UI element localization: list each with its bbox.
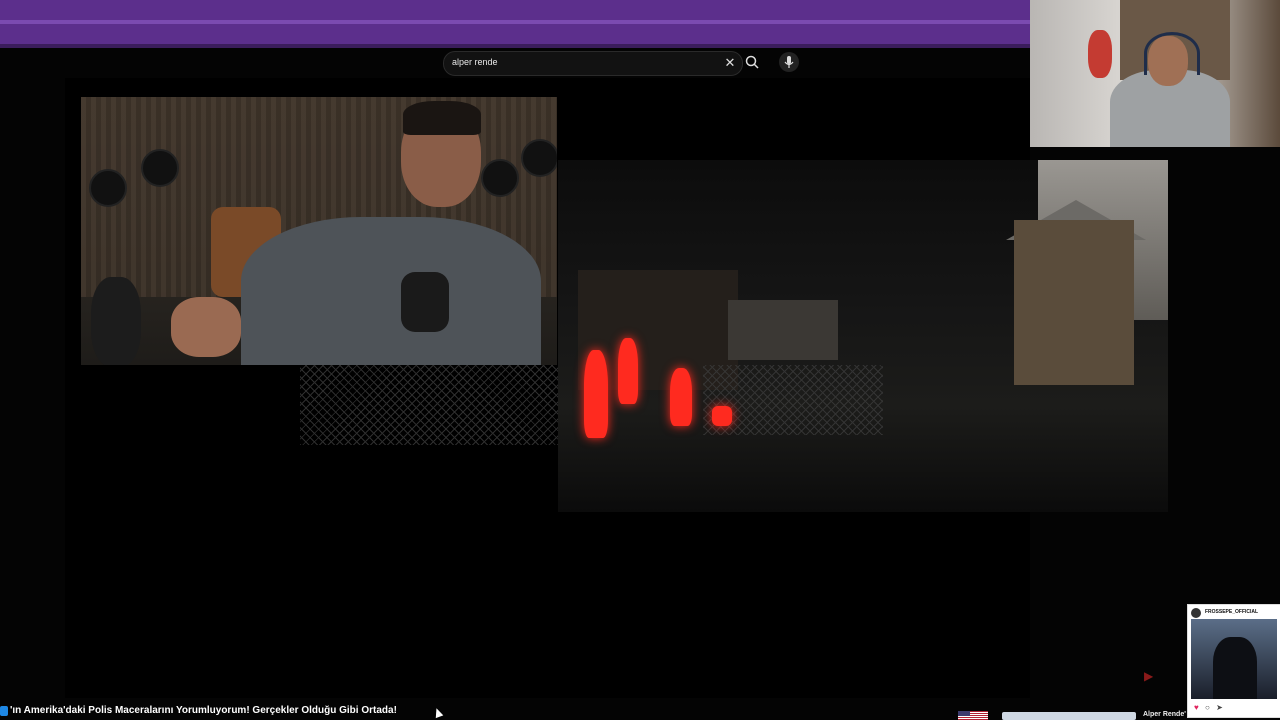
thermal-figure [584,350,608,438]
streamer-webcam [1030,0,1280,147]
host-hair [403,101,481,135]
search-button[interactable] [741,51,763,74]
search-icon [745,55,759,69]
top-banner-stripe-dark [0,44,1030,48]
news-ticker: 'ın Amerika'daki Polis Maceralarını Yoru… [0,704,940,720]
ticker-flag-icon [0,706,8,716]
vinyl-record [521,139,557,177]
guitar [91,277,141,365]
scene-fence-overlay [300,365,558,445]
play-icon: ▶ [1144,669,1154,683]
host-hand [171,297,241,357]
thermal-figure [670,368,692,426]
instagram-actions: ♥ ○ ➤ [1194,703,1274,713]
host-body [241,217,541,365]
scene-house [1014,220,1134,385]
scene-building-far [728,300,838,360]
search-input[interactable]: alper rende [452,57,498,67]
scene-fence [703,365,883,435]
headset [1144,32,1200,75]
instagram-person [1213,637,1257,699]
game-footage [558,160,1168,512]
ticker-name: Alper Rende' [1143,711,1186,718]
instagram-username: FROSSEPE_OFFICIAL [1205,609,1259,615]
top-banner-stripe [0,20,1030,24]
thermal-figure [618,338,638,404]
ticker-text: 'ın Amerika'daki Polis Maceralarını Yoru… [10,705,397,716]
thermal-figure [712,406,732,426]
instagram-card[interactable]: FROSSEPE_OFFICIAL ♥ ○ ➤ [1187,604,1280,718]
clear-icon[interactable]: ✕ [721,54,739,72]
share-icon[interactable]: ➤ [1216,703,1223,712]
vinyl-record [141,149,179,187]
comment-icon[interactable]: ○ [1205,703,1210,712]
instagram-header: FROSSEPE_OFFICIAL [1191,607,1277,619]
avatar [1191,608,1201,618]
voice-search-button[interactable] [779,52,799,72]
instagram-photo [1191,619,1277,699]
reaction-video [81,97,557,365]
right-ticker: Alper Rende' [958,711,1198,720]
top-banner [0,0,1030,48]
search-box[interactable]: alper rende ✕ [443,51,743,76]
microphone-icon [784,56,794,68]
vinyl-record [89,169,127,207]
microphone [401,272,449,332]
us-flag-icon [958,711,988,720]
webcam-figurine [1088,30,1112,78]
vinyl-record [481,159,519,197]
ticker-bar [1002,712,1136,720]
